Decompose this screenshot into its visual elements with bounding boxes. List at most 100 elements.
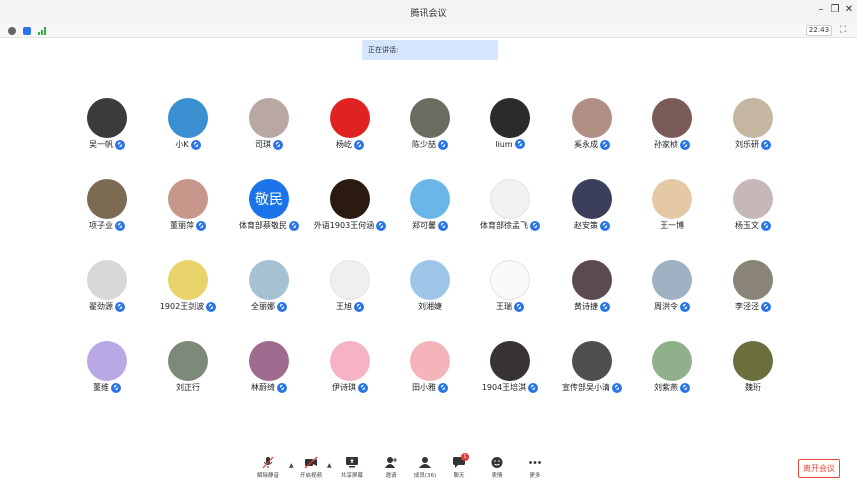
chat-button[interactable]: 1 聊天 <box>442 453 476 482</box>
participant-name: 王瑞 <box>496 302 512 311</box>
participant-tile[interactable]: 1902王剑波 <box>148 260 228 320</box>
participant-tile[interactable]: 小K <box>148 98 228 158</box>
participant-tile[interactable]: 王一博 <box>632 179 712 239</box>
participant-tile[interactable]: 郑可馨 <box>390 179 470 239</box>
participant-tile[interactable]: 黄诗捷 <box>552 260 632 320</box>
participant-avatar[interactable] <box>87 260 127 300</box>
participant-tile[interactable]: 全丽娜 <box>229 260 309 320</box>
participant-avatar[interactable] <box>330 98 370 138</box>
restore-icon[interactable]: ❐ <box>828 4 842 15</box>
fullscreen-icon[interactable]: ⛶ <box>840 25 846 35</box>
emoji-button[interactable]: 表情 <box>480 456 514 482</box>
participant-avatar[interactable] <box>168 179 208 219</box>
participant-tile[interactable]: 1904王培淇 <box>470 341 550 401</box>
participant-tile[interactable]: 杨屹 <box>310 98 390 158</box>
participant-tile[interactable]: 林蔚绮 <box>229 341 309 401</box>
participant-avatar[interactable] <box>249 260 289 300</box>
participant-tile[interactable]: 刘紫燕 <box>632 341 712 401</box>
start-video-button[interactable]: 开启视频 <box>294 456 328 482</box>
participant-tile[interactable]: 田小雅 <box>390 341 470 401</box>
audio-options-caret-icon[interactable]: ▲ <box>289 462 294 469</box>
more-button[interactable]: 更多 <box>518 456 552 482</box>
meeting-info-icon[interactable] <box>8 27 16 35</box>
share-screen-button[interactable]: 共享屏幕 <box>335 456 369 482</box>
participant-tile[interactable]: lium <box>470 98 550 158</box>
participant-avatar[interactable] <box>330 341 370 381</box>
participant-avatar[interactable] <box>490 98 530 138</box>
participant-avatar[interactable] <box>652 260 692 300</box>
participant-avatar[interactable] <box>490 260 530 300</box>
participant-tile[interactable]: 刘乐研 <box>713 98 793 158</box>
participant-tile[interactable]: 董维 <box>67 341 147 401</box>
participant-tile[interactable]: 吴一帆 <box>67 98 147 158</box>
participant-avatar[interactable] <box>572 98 612 138</box>
participant-avatar[interactable] <box>733 98 773 138</box>
participant-name: 翟劲源 <box>89 302 113 311</box>
participant-tile[interactable]: 宣传部吴小清 <box>552 341 632 401</box>
participant-tile[interactable]: 王瑞 <box>470 260 550 320</box>
microphone-muted-icon <box>514 139 525 149</box>
participant-tile[interactable]: 杨玉文 <box>713 179 793 239</box>
participant-avatar[interactable] <box>168 98 208 138</box>
participant-avatar[interactable] <box>410 98 450 138</box>
participant-tile[interactable]: 魏珩 <box>713 341 793 401</box>
security-shield-icon[interactable] <box>23 27 31 35</box>
network-signal-icon[interactable] <box>38 27 46 35</box>
participant-avatar[interactable] <box>490 179 530 219</box>
participant-avatar[interactable] <box>652 179 692 219</box>
participant-tile[interactable]: 陈少喆 <box>390 98 470 158</box>
participant-avatar[interactable] <box>733 179 773 219</box>
minimize-icon[interactable]: – <box>814 4 828 15</box>
participant-avatar[interactable] <box>330 260 370 300</box>
participant-avatar[interactable] <box>249 341 289 381</box>
participant-avatar[interactable] <box>652 341 692 381</box>
close-icon[interactable]: ✕ <box>842 4 856 15</box>
leave-meeting-button[interactable]: 离开会议 <box>798 459 840 478</box>
participant-avatar[interactable] <box>572 341 612 381</box>
participant-name: 项子业 <box>89 221 113 230</box>
participant-avatar[interactable]: 敬民 <box>249 179 289 219</box>
participant-avatar[interactable] <box>330 179 370 219</box>
participant-tile[interactable]: 王旭 <box>310 260 390 320</box>
participant-avatar[interactable] <box>490 341 530 381</box>
participant-avatar[interactable] <box>652 98 692 138</box>
participant-tile[interactable]: 外语1903王何涵 <box>310 179 390 239</box>
unmute-button[interactable]: 解除静音 <box>251 456 285 482</box>
participant-tile[interactable]: 翟劲源 <box>67 260 147 320</box>
members-button[interactable]: 成员(36) <box>408 456 442 482</box>
participant-name-row: 司琪 <box>229 139 309 150</box>
participant-avatar[interactable] <box>572 179 612 219</box>
participant-avatar[interactable] <box>410 179 450 219</box>
participant-avatar[interactable] <box>87 98 127 138</box>
participant-tile[interactable]: 体育部徐孟飞 <box>470 179 550 239</box>
chat-label: 聊天 <box>453 473 465 479</box>
participant-tile[interactable]: 周洪令 <box>632 260 712 320</box>
participant-avatar[interactable] <box>410 341 450 381</box>
participant-name: 外语1903王何涵 <box>313 221 375 230</box>
participant-tile[interactable]: 敬民 体育部蔡敬民 <box>229 179 309 239</box>
participant-name-row: 吴一帆 <box>67 139 147 150</box>
invite-button[interactable]: 邀请 <box>374 456 408 482</box>
participant-name: 郑可馨 <box>412 221 436 230</box>
participant-avatar[interactable] <box>733 260 773 300</box>
video-options-caret-icon[interactable]: ▲ <box>327 462 332 469</box>
participant-tile[interactable]: 刘湘婕 <box>390 260 470 320</box>
participant-tile[interactable]: 司琪 <box>229 98 309 158</box>
participant-tile[interactable]: 赵安策 <box>552 179 632 239</box>
participant-tile[interactable]: 刘正行 <box>148 341 228 401</box>
participant-avatar[interactable] <box>572 260 612 300</box>
participant-avatar[interactable] <box>249 98 289 138</box>
participant-avatar[interactable] <box>168 341 208 381</box>
participant-avatar[interactable] <box>168 260 208 300</box>
participant-avatar[interactable] <box>87 179 127 219</box>
participant-avatar[interactable] <box>733 341 773 381</box>
share-screen-label: 共享屏幕 <box>340 473 363 479</box>
participant-tile[interactable]: 董丽萍 <box>148 179 228 239</box>
participant-tile[interactable]: 项子业 <box>67 179 147 239</box>
participant-tile[interactable]: 伊诗琪 <box>310 341 390 401</box>
participant-avatar[interactable] <box>87 341 127 381</box>
participant-tile[interactable]: 奚永成 <box>552 98 632 158</box>
participant-tile[interactable]: 李泾泾 <box>713 260 793 320</box>
participant-avatar[interactable] <box>410 260 450 300</box>
participant-tile[interactable]: 孙家桢 <box>632 98 712 158</box>
